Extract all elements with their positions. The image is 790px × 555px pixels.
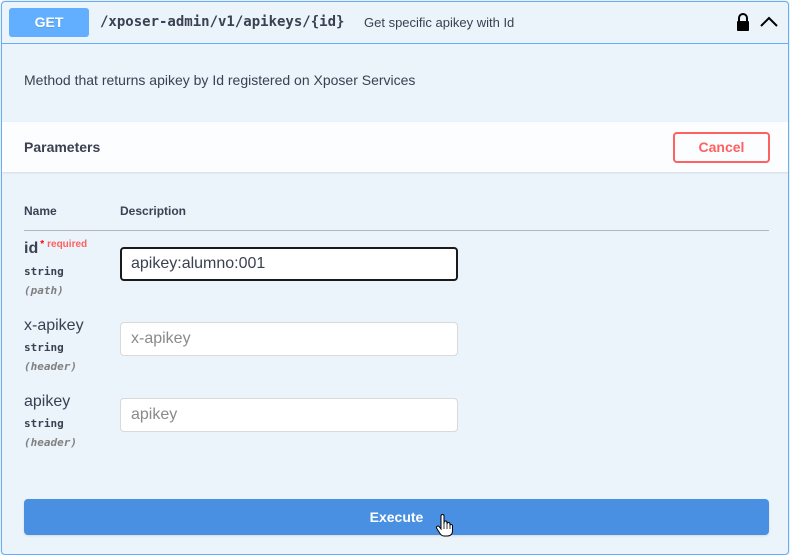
x-apikey-input[interactable] — [120, 322, 458, 356]
param-name-apikey: apikey — [24, 393, 71, 410]
cancel-button[interactable]: Cancel — [673, 132, 770, 163]
apikey-input[interactable] — [120, 398, 458, 432]
param-location-id: (path) — [24, 284, 64, 297]
operation-summary-text: Get specific apikey with Id — [364, 15, 515, 30]
operation-description: Method that returns apikey by Id registe… — [24, 72, 416, 88]
id-input[interactable] — [120, 247, 458, 281]
required-star: * — [40, 239, 45, 250]
parameters-header: Parameters Cancel — [2, 122, 788, 172]
param-type-x-apikey: string — [24, 341, 64, 354]
param-name-label: id — [24, 240, 39, 257]
param-name-x-apikey: x-apikey — [24, 317, 84, 334]
column-header-name: Name — [24, 204, 57, 218]
execute-button[interactable]: Execute — [24, 499, 769, 535]
chevron-up-icon[interactable] — [758, 11, 780, 33]
operation-block: GET /xposer-admin/v1/apikeys/{id} Get sp… — [1, 1, 789, 555]
table-divider — [24, 230, 769, 231]
operation-summary[interactable]: GET /xposer-admin/v1/apikeys/{id} Get sp… — [2, 2, 788, 44]
param-type-id: string — [24, 265, 64, 278]
endpoint-path: /xposer-admin/v1/apikeys/{id} — [100, 14, 345, 30]
hand-pointer-icon — [435, 514, 453, 537]
lock-icon[interactable] — [732, 11, 754, 33]
column-header-description: Description — [120, 204, 187, 218]
param-type-apikey: string — [24, 417, 64, 430]
parameters-title: Parameters — [24, 139, 101, 155]
required-label: required — [47, 239, 88, 250]
http-method-badge: GET — [9, 8, 89, 37]
param-name-id: id * required — [24, 239, 88, 258]
param-location-apikey: (header) — [24, 436, 77, 449]
param-location-x-apikey: (header) — [24, 360, 77, 373]
